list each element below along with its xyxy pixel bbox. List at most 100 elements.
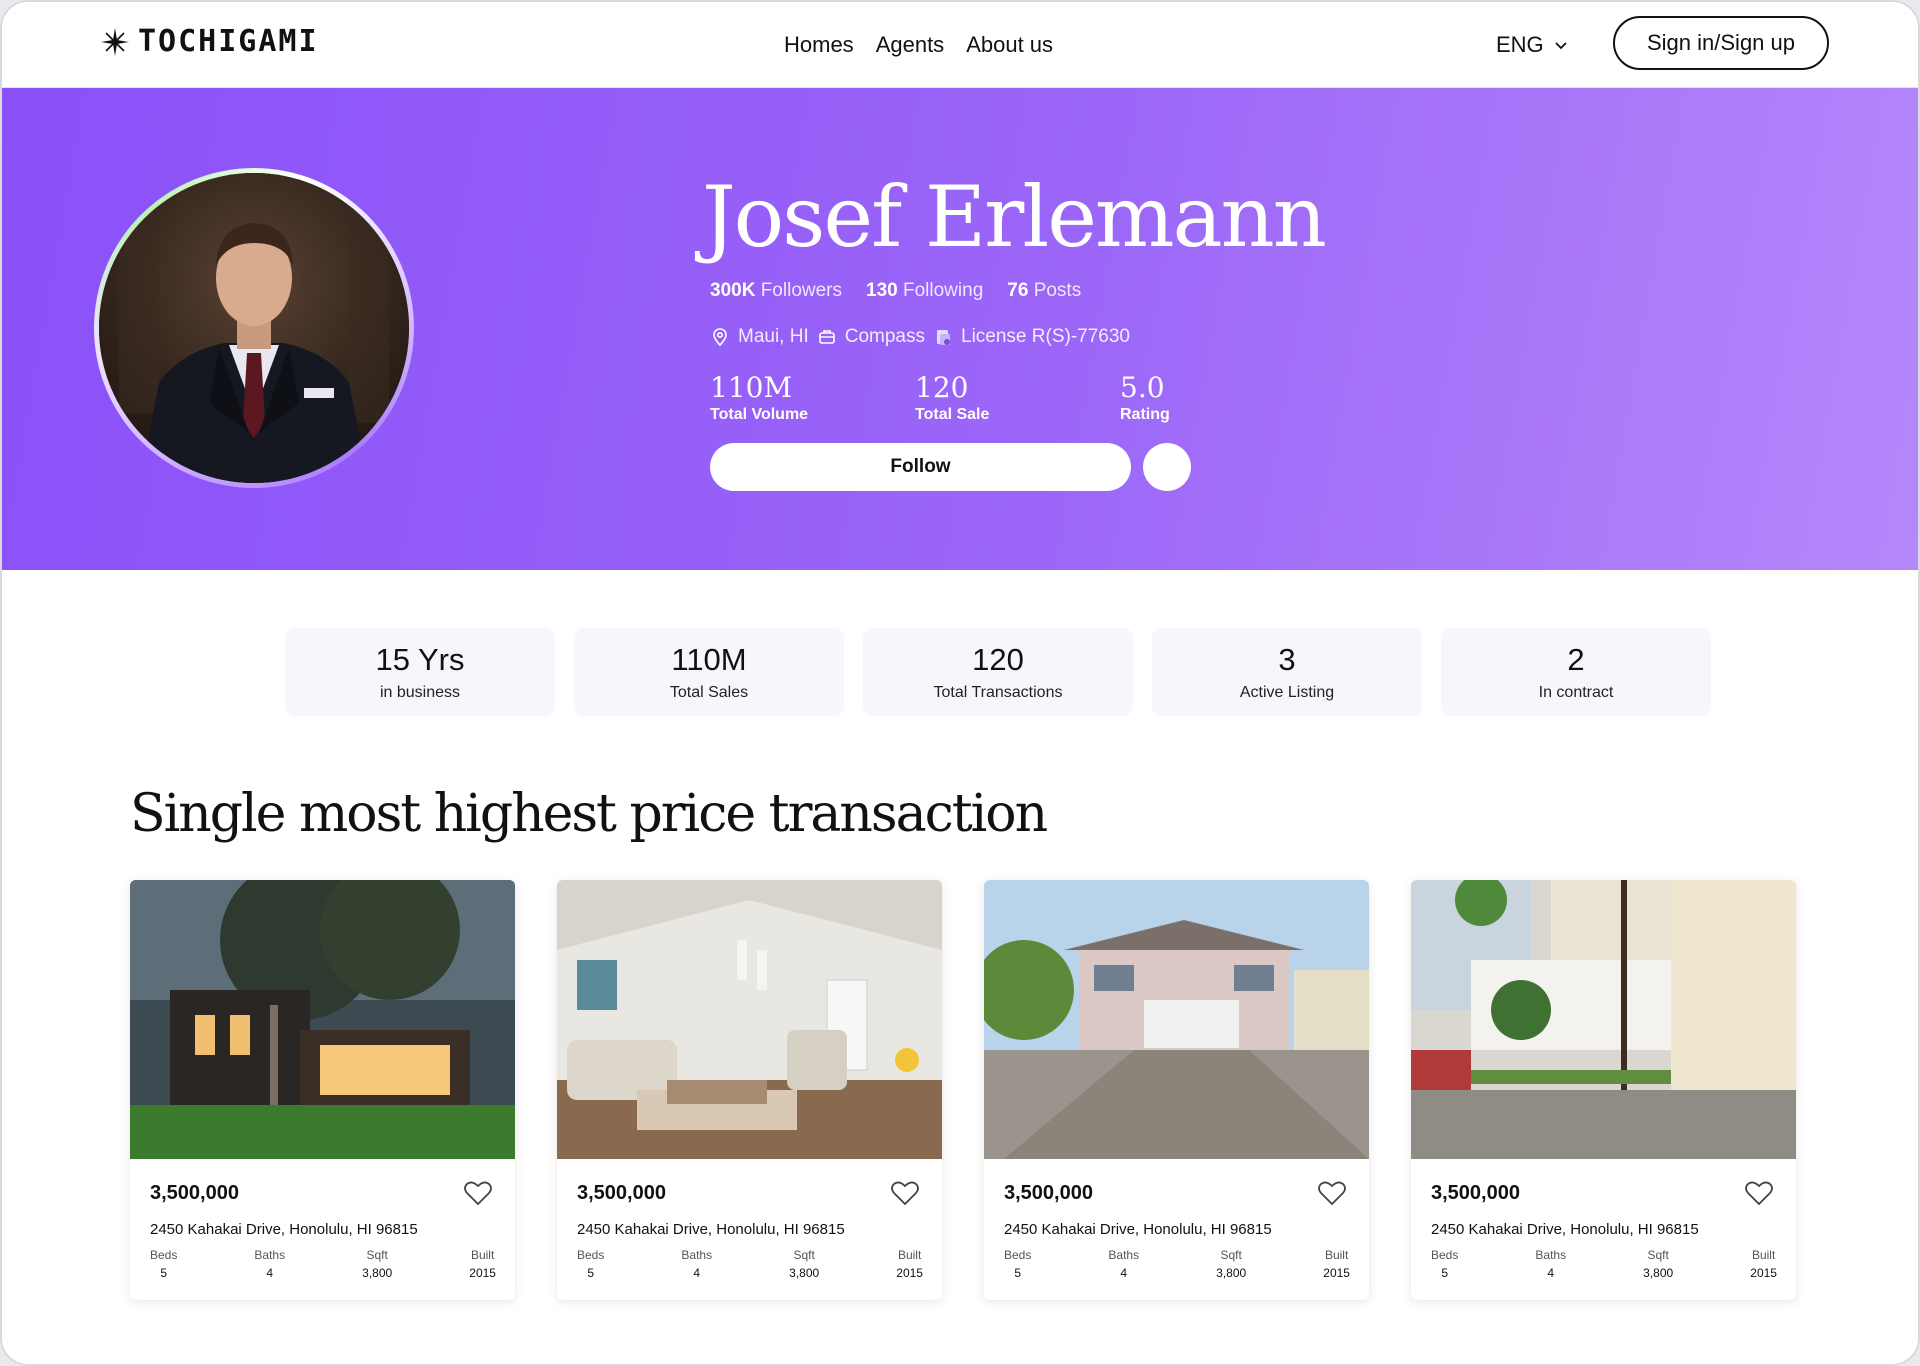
spec-beds: Beds 5 — [150, 1248, 177, 1280]
heart-icon[interactable] — [464, 1180, 492, 1206]
listing-price: 3,500,000 — [1004, 1182, 1093, 1204]
social-stats: 300K Followers 130 Following 76 Posts — [710, 280, 1081, 302]
listing-grid: 3,500,000 2450 Kahakai Drive, Honolulu, … — [130, 880, 1796, 1300]
listing-price: 3,500,000 — [1431, 1182, 1520, 1204]
spec-value: 4 — [266, 1266, 274, 1280]
stat-label: In contract — [1538, 684, 1614, 701]
listing-photo-modern-house — [130, 880, 515, 1159]
license-text: License R(S)-77630 — [961, 326, 1130, 347]
spec-label: Baths — [1108, 1248, 1140, 1262]
more-options-button[interactable] — [1143, 443, 1191, 491]
chevron-down-icon — [1555, 42, 1567, 50]
avatar — [99, 173, 409, 483]
heart-icon[interactable] — [891, 1180, 919, 1206]
followers-count: 300K — [710, 280, 756, 301]
nav-about-us[interactable]: About us — [966, 32, 1053, 58]
listing-specs: Beds 5 Baths 4 Sqft 3,800 Built 2015 — [577, 1248, 923, 1280]
spec-value: 3,800 — [1643, 1266, 1674, 1280]
stat-card: 15 Yrs in business — [285, 628, 555, 716]
spec-label: Beds — [150, 1248, 178, 1262]
stat-value: 3 — [1278, 642, 1296, 677]
stat-card: 3 Active Listing — [1152, 628, 1422, 716]
nav-homes[interactable]: Homes — [784, 32, 854, 58]
listing-card[interactable]: 3,500,000 2450 Kahakai Drive, Honolulu, … — [984, 880, 1369, 1300]
top-navbar: TOCHIGAMI Homes Agents About us ENG Sign… — [2, 2, 1918, 88]
app-window: TOCHIGAMI Homes Agents About us ENG Sign… — [0, 0, 1920, 1366]
spec-built: Built 2015 — [896, 1248, 923, 1280]
spec-label: Baths — [681, 1248, 713, 1262]
kpi-total-sale: 120 Total Sale — [915, 374, 1120, 424]
kpi-label: Total Sale — [915, 406, 990, 423]
spec-label: Built — [470, 1248, 495, 1262]
stat-value: 110M — [671, 642, 747, 677]
followers-stat[interactable]: 300K Followers — [710, 280, 842, 302]
listing-address: 2450 Kahakai Drive, Honolulu, HI 96815 — [1004, 1221, 1272, 1238]
spec-built: Built 2015 — [1323, 1248, 1350, 1280]
listing-price: 3,500,000 — [577, 1182, 666, 1204]
listing-photo-street-view — [1411, 880, 1796, 1159]
section-title: Single most highest price transaction — [130, 784, 1048, 844]
spec-value: 3,800 — [789, 1266, 820, 1280]
following-count: 130 — [866, 280, 898, 301]
brand-logo[interactable]: TOCHIGAMI — [100, 24, 319, 59]
stat-value: 2 — [1567, 642, 1585, 677]
kpi-value: 120 — [915, 371, 969, 404]
spec-built: Built 2015 — [1750, 1248, 1777, 1280]
sign-in-button[interactable]: Sign in/Sign up — [1613, 16, 1829, 70]
agent-portrait — [99, 173, 409, 483]
heart-icon[interactable] — [1745, 1180, 1773, 1206]
stat-card: 110M Total Sales — [574, 628, 844, 716]
spec-beds: Beds 5 — [1431, 1248, 1458, 1280]
following-stat[interactable]: 130 Following — [866, 280, 983, 302]
spec-sqft: Sqft 3,800 — [1216, 1248, 1246, 1280]
spec-label: Built — [1324, 1248, 1349, 1262]
listing-photo-suburban-house — [984, 880, 1369, 1159]
spec-label: Built — [897, 1248, 922, 1262]
listing-price: 3,500,000 — [150, 1182, 239, 1204]
stat-card: 2 In contract — [1441, 628, 1711, 716]
stat-label: Total Transactions — [933, 684, 1063, 701]
listing-photo-living-room — [557, 880, 942, 1159]
stat-value: 120 — [972, 642, 1024, 677]
listing-card[interactable]: 3,500,000 2450 Kahakai Drive, Honolulu, … — [557, 880, 942, 1300]
agent-kpis: 110M Total Volume 120 Total Sale 5.0 Rat… — [710, 374, 1325, 424]
spec-value: 5 — [1441, 1266, 1449, 1280]
listing-address: 2450 Kahakai Drive, Honolulu, HI 96815 — [577, 1221, 845, 1238]
stat-label: Total Sales — [669, 684, 749, 701]
followers-label: Followers — [760, 280, 843, 301]
follow-button[interactable]: Follow — [710, 443, 1131, 491]
listing-specs: Beds 5 Baths 4 Sqft 3,800 Built 2015 — [1004, 1248, 1350, 1280]
listing-specs: Beds 5 Baths 4 Sqft 3,800 Built 2015 — [1431, 1248, 1777, 1280]
brand-name: TOCHIGAMI — [138, 24, 319, 59]
briefcase-icon — [818, 330, 835, 344]
agent-name: Josef Erlemann — [702, 168, 1327, 266]
avatar-ring — [94, 168, 414, 488]
spec-value: 2015 — [469, 1266, 496, 1280]
language-selector[interactable]: ENG — [1496, 32, 1568, 58]
spec-value: 3,800 — [362, 1266, 393, 1280]
listing-address: 2450 Kahakai Drive, Honolulu, HI 96815 — [1431, 1221, 1699, 1238]
spec-baths: Baths 4 — [1108, 1248, 1139, 1280]
nav-agents[interactable]: Agents — [876, 32, 945, 58]
stat-card: 120 Total Transactions — [863, 628, 1133, 716]
language-label: ENG — [1496, 32, 1544, 57]
star-logo-icon — [101, 27, 129, 56]
spec-value: 5 — [1014, 1266, 1022, 1280]
spec-value: 5 — [160, 1266, 168, 1280]
kpi-rating: 5.0 Rating — [1120, 374, 1325, 424]
spec-value: 4 — [1120, 1266, 1128, 1280]
spec-value: 2015 — [896, 1266, 923, 1280]
kpi-total-volume: 110M Total Volume — [710, 374, 915, 424]
stat-label: in business — [379, 684, 461, 701]
listing-card[interactable]: 3,500,000 2450 Kahakai Drive, Honolulu, … — [130, 880, 515, 1300]
spec-value: 2015 — [1750, 1266, 1777, 1280]
listing-address: 2450 Kahakai Drive, Honolulu, HI 96815 — [150, 1221, 418, 1238]
spec-value: 4 — [1547, 1266, 1555, 1280]
listing-card[interactable]: 3,500,000 2450 Kahakai Drive, Honolulu, … — [1411, 880, 1796, 1300]
spec-beds: Beds 5 — [577, 1248, 604, 1280]
heart-icon[interactable] — [1318, 1180, 1346, 1206]
spec-value: 5 — [587, 1266, 595, 1280]
stat-label: Active Listing — [1239, 684, 1335, 701]
spec-sqft: Sqft 3,800 — [362, 1248, 392, 1280]
posts-stat[interactable]: 76 Posts — [1007, 280, 1081, 302]
